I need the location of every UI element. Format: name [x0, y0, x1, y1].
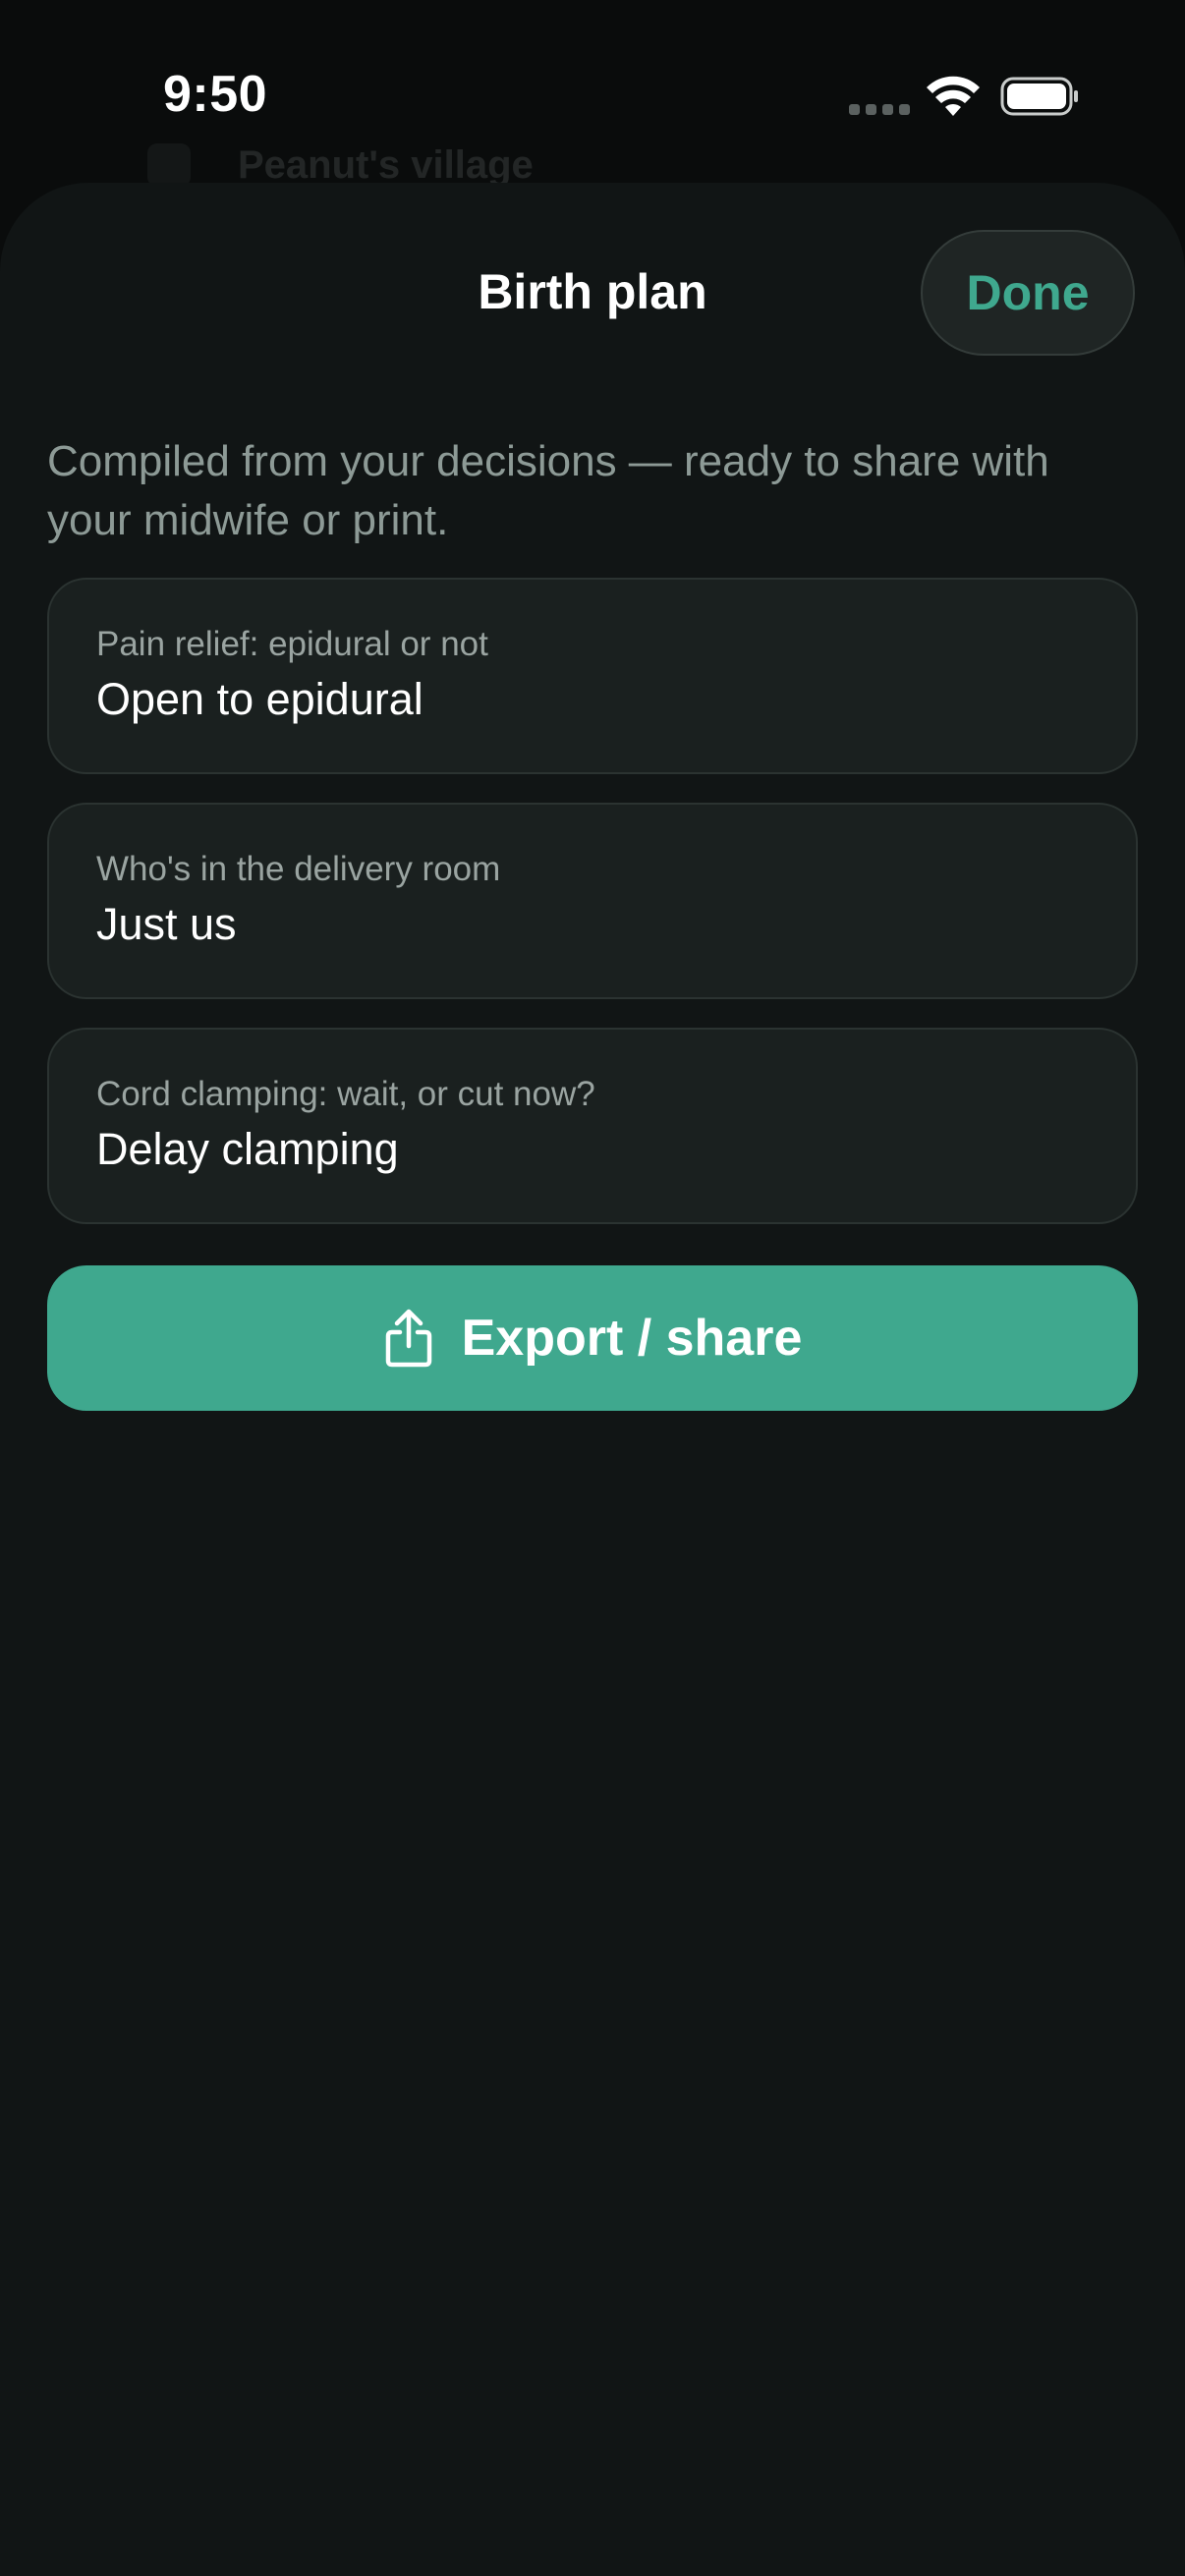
birth-plan-sheet: Birth plan Done Compiled from your decis… — [0, 183, 1185, 2576]
share-icon — [385, 1309, 431, 1368]
battery-icon — [1000, 77, 1078, 116]
wifi-icon — [927, 76, 980, 116]
cellular-signal-icon — [849, 104, 910, 115]
decision-card-cord-clamping[interactable]: Cord clamping: wait, or cut now? Delay c… — [47, 1028, 1138, 1224]
decision-answer: Open to epidural — [96, 674, 423, 724]
export-share-button[interactable]: Export / share — [47, 1265, 1138, 1411]
decision-question: Pain relief: epidural or not — [96, 625, 488, 663]
done-button[interactable]: Done — [921, 230, 1135, 356]
sheet-subtitle: Compiled from your decisions — ready to … — [47, 437, 1049, 544]
decision-question: Cord clamping: wait, or cut now? — [96, 1075, 595, 1113]
decision-card-delivery-room[interactable]: Who's in the delivery room Just us — [47, 803, 1138, 999]
status-time: 9:50 — [163, 66, 268, 123]
decision-answer: Just us — [96, 899, 237, 949]
decision-question: Who's in the delivery room — [96, 850, 501, 888]
export-share-label: Export / share — [461, 1310, 803, 1367]
status-bar: 9:50 — [0, 0, 1185, 187]
decision-card-pain-relief[interactable]: Pain relief: epidural or not Open to epi… — [47, 578, 1138, 774]
decision-answer: Delay clamping — [96, 1124, 399, 1174]
